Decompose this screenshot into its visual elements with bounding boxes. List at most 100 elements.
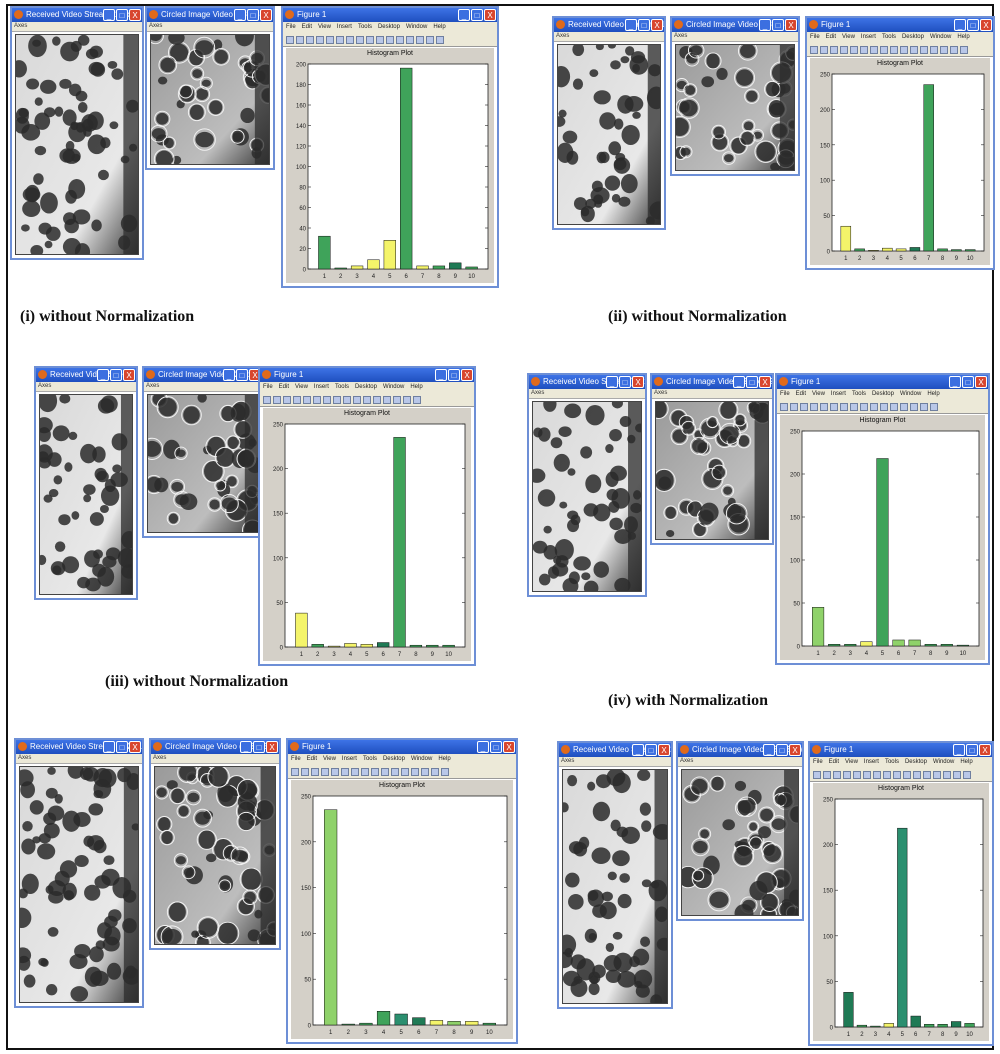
- close-button[interactable]: X: [129, 741, 141, 753]
- zoom-in-icon[interactable]: [860, 45, 868, 54]
- close-button[interactable]: X: [980, 19, 992, 31]
- minimize-button[interactable]: _: [733, 376, 745, 388]
- menu-item[interactable]: Desktop: [902, 34, 924, 40]
- zoom-in-icon[interactable]: [830, 402, 838, 411]
- show-icon[interactable]: [963, 770, 971, 779]
- pan-icon[interactable]: [361, 767, 369, 776]
- circled-image-window[interactable]: Circled Image Video (288x352) _ □ X Axes: [149, 738, 281, 950]
- show-icon[interactable]: [960, 45, 968, 54]
- zoom-in-icon[interactable]: [863, 770, 871, 779]
- colorbar-icon[interactable]: [933, 770, 941, 779]
- legend-icon[interactable]: [416, 35, 424, 44]
- close-button[interactable]: X: [129, 9, 141, 21]
- rotate-icon[interactable]: [890, 45, 898, 54]
- close-button[interactable]: X: [785, 19, 797, 31]
- zoom-in-icon[interactable]: [341, 767, 349, 776]
- figure-window[interactable]: Figure 1 _ □ X File Edit View Insert Tools Deskto…: [258, 366, 476, 666]
- maximize-button[interactable]: □: [776, 744, 788, 756]
- save-icon[interactable]: [833, 770, 841, 779]
- new-icon[interactable]: [263, 395, 271, 404]
- close-button[interactable]: X: [123, 369, 135, 381]
- maximize-button[interactable]: □: [116, 741, 128, 753]
- show-icon[interactable]: [930, 402, 938, 411]
- new-icon[interactable]: [291, 767, 299, 776]
- close-button[interactable]: X: [266, 741, 278, 753]
- menu-item[interactable]: Window: [411, 756, 432, 762]
- menu-item[interactable]: Insert: [864, 759, 879, 765]
- minimize-button[interactable]: _: [458, 9, 470, 21]
- menu-item[interactable]: Tools: [882, 34, 896, 40]
- menu-item[interactable]: Help: [438, 756, 450, 762]
- menu-item[interactable]: View: [842, 34, 855, 40]
- rotate-icon[interactable]: [371, 767, 379, 776]
- new-icon[interactable]: [810, 45, 818, 54]
- minimize-button[interactable]: _: [625, 19, 637, 31]
- brush-icon[interactable]: [391, 767, 399, 776]
- maximize-button[interactable]: □: [638, 19, 650, 31]
- menu-item[interactable]: View: [845, 759, 858, 765]
- rotate-icon[interactable]: [366, 35, 374, 44]
- save-icon[interactable]: [283, 395, 291, 404]
- menu-item[interactable]: Edit: [796, 391, 806, 397]
- menu-item[interactable]: Insert: [342, 756, 357, 762]
- legend-icon[interactable]: [421, 767, 429, 776]
- menu-item[interactable]: Edit: [307, 756, 317, 762]
- menu-item[interactable]: Window: [900, 391, 921, 397]
- print-icon[interactable]: [316, 35, 324, 44]
- maximize-button[interactable]: □: [253, 741, 265, 753]
- minimize-button[interactable]: _: [949, 376, 961, 388]
- close-button[interactable]: X: [789, 744, 801, 756]
- minimize-button[interactable]: _: [954, 19, 966, 31]
- menu-item[interactable]: Window: [930, 34, 951, 40]
- minimize-button[interactable]: _: [435, 369, 447, 381]
- menu-item[interactable]: View: [295, 384, 308, 390]
- hide-icon[interactable]: [953, 770, 961, 779]
- save-icon[interactable]: [306, 35, 314, 44]
- menu-item[interactable]: Insert: [861, 34, 876, 40]
- menu-item[interactable]: Insert: [337, 24, 352, 30]
- menu-item[interactable]: Help: [927, 391, 939, 397]
- close-button[interactable]: X: [975, 376, 987, 388]
- print-icon[interactable]: [321, 767, 329, 776]
- brush-icon[interactable]: [913, 770, 921, 779]
- menu-item[interactable]: Help: [410, 384, 422, 390]
- menu-item[interactable]: File: [810, 34, 820, 40]
- zoom-in-icon[interactable]: [313, 395, 321, 404]
- new-icon[interactable]: [780, 402, 788, 411]
- legend-icon[interactable]: [943, 770, 951, 779]
- close-button[interactable]: X: [651, 19, 663, 31]
- colorbar-icon[interactable]: [900, 402, 908, 411]
- zoom-out-icon[interactable]: [870, 45, 878, 54]
- menu-item[interactable]: Tools: [885, 759, 899, 765]
- menu-item[interactable]: Edit: [826, 34, 836, 40]
- open-icon[interactable]: [790, 402, 798, 411]
- pan-icon[interactable]: [850, 402, 858, 411]
- maximize-button[interactable]: □: [448, 369, 460, 381]
- minimize-button[interactable]: _: [759, 19, 771, 31]
- brush-icon[interactable]: [363, 395, 371, 404]
- minimize-button[interactable]: _: [763, 744, 775, 756]
- zoom-out-icon[interactable]: [346, 35, 354, 44]
- maximize-button[interactable]: □: [110, 369, 122, 381]
- maximize-button[interactable]: □: [966, 744, 978, 756]
- received-video-window[interactable]: Received Video Stream (112x..._□XAxes: [552, 16, 666, 230]
- link-icon[interactable]: [396, 35, 404, 44]
- minimize-button[interactable]: _: [477, 741, 489, 753]
- circled-image-window[interactable]: Circled Image Video (288x352) _ □ X Axes: [650, 373, 774, 545]
- menu-item[interactable]: Tools: [852, 391, 866, 397]
- pan-icon[interactable]: [883, 770, 891, 779]
- print-icon[interactable]: [840, 45, 848, 54]
- minimize-button[interactable]: _: [606, 376, 618, 388]
- hide-icon[interactable]: [403, 395, 411, 404]
- open-icon[interactable]: [296, 35, 304, 44]
- close-button[interactable]: X: [260, 9, 272, 21]
- data-cursor-icon[interactable]: [900, 45, 908, 54]
- close-button[interactable]: X: [632, 376, 644, 388]
- zoom-out-icon[interactable]: [873, 770, 881, 779]
- menu-item[interactable]: View: [318, 24, 331, 30]
- received-video-window[interactable]: Received Video Stream (112x..._□XAxes: [557, 741, 673, 1009]
- minimize-button[interactable]: _: [953, 744, 965, 756]
- menu-item[interactable]: Window: [383, 384, 404, 390]
- minimize-button[interactable]: _: [103, 9, 115, 21]
- colorbar-icon[interactable]: [930, 45, 938, 54]
